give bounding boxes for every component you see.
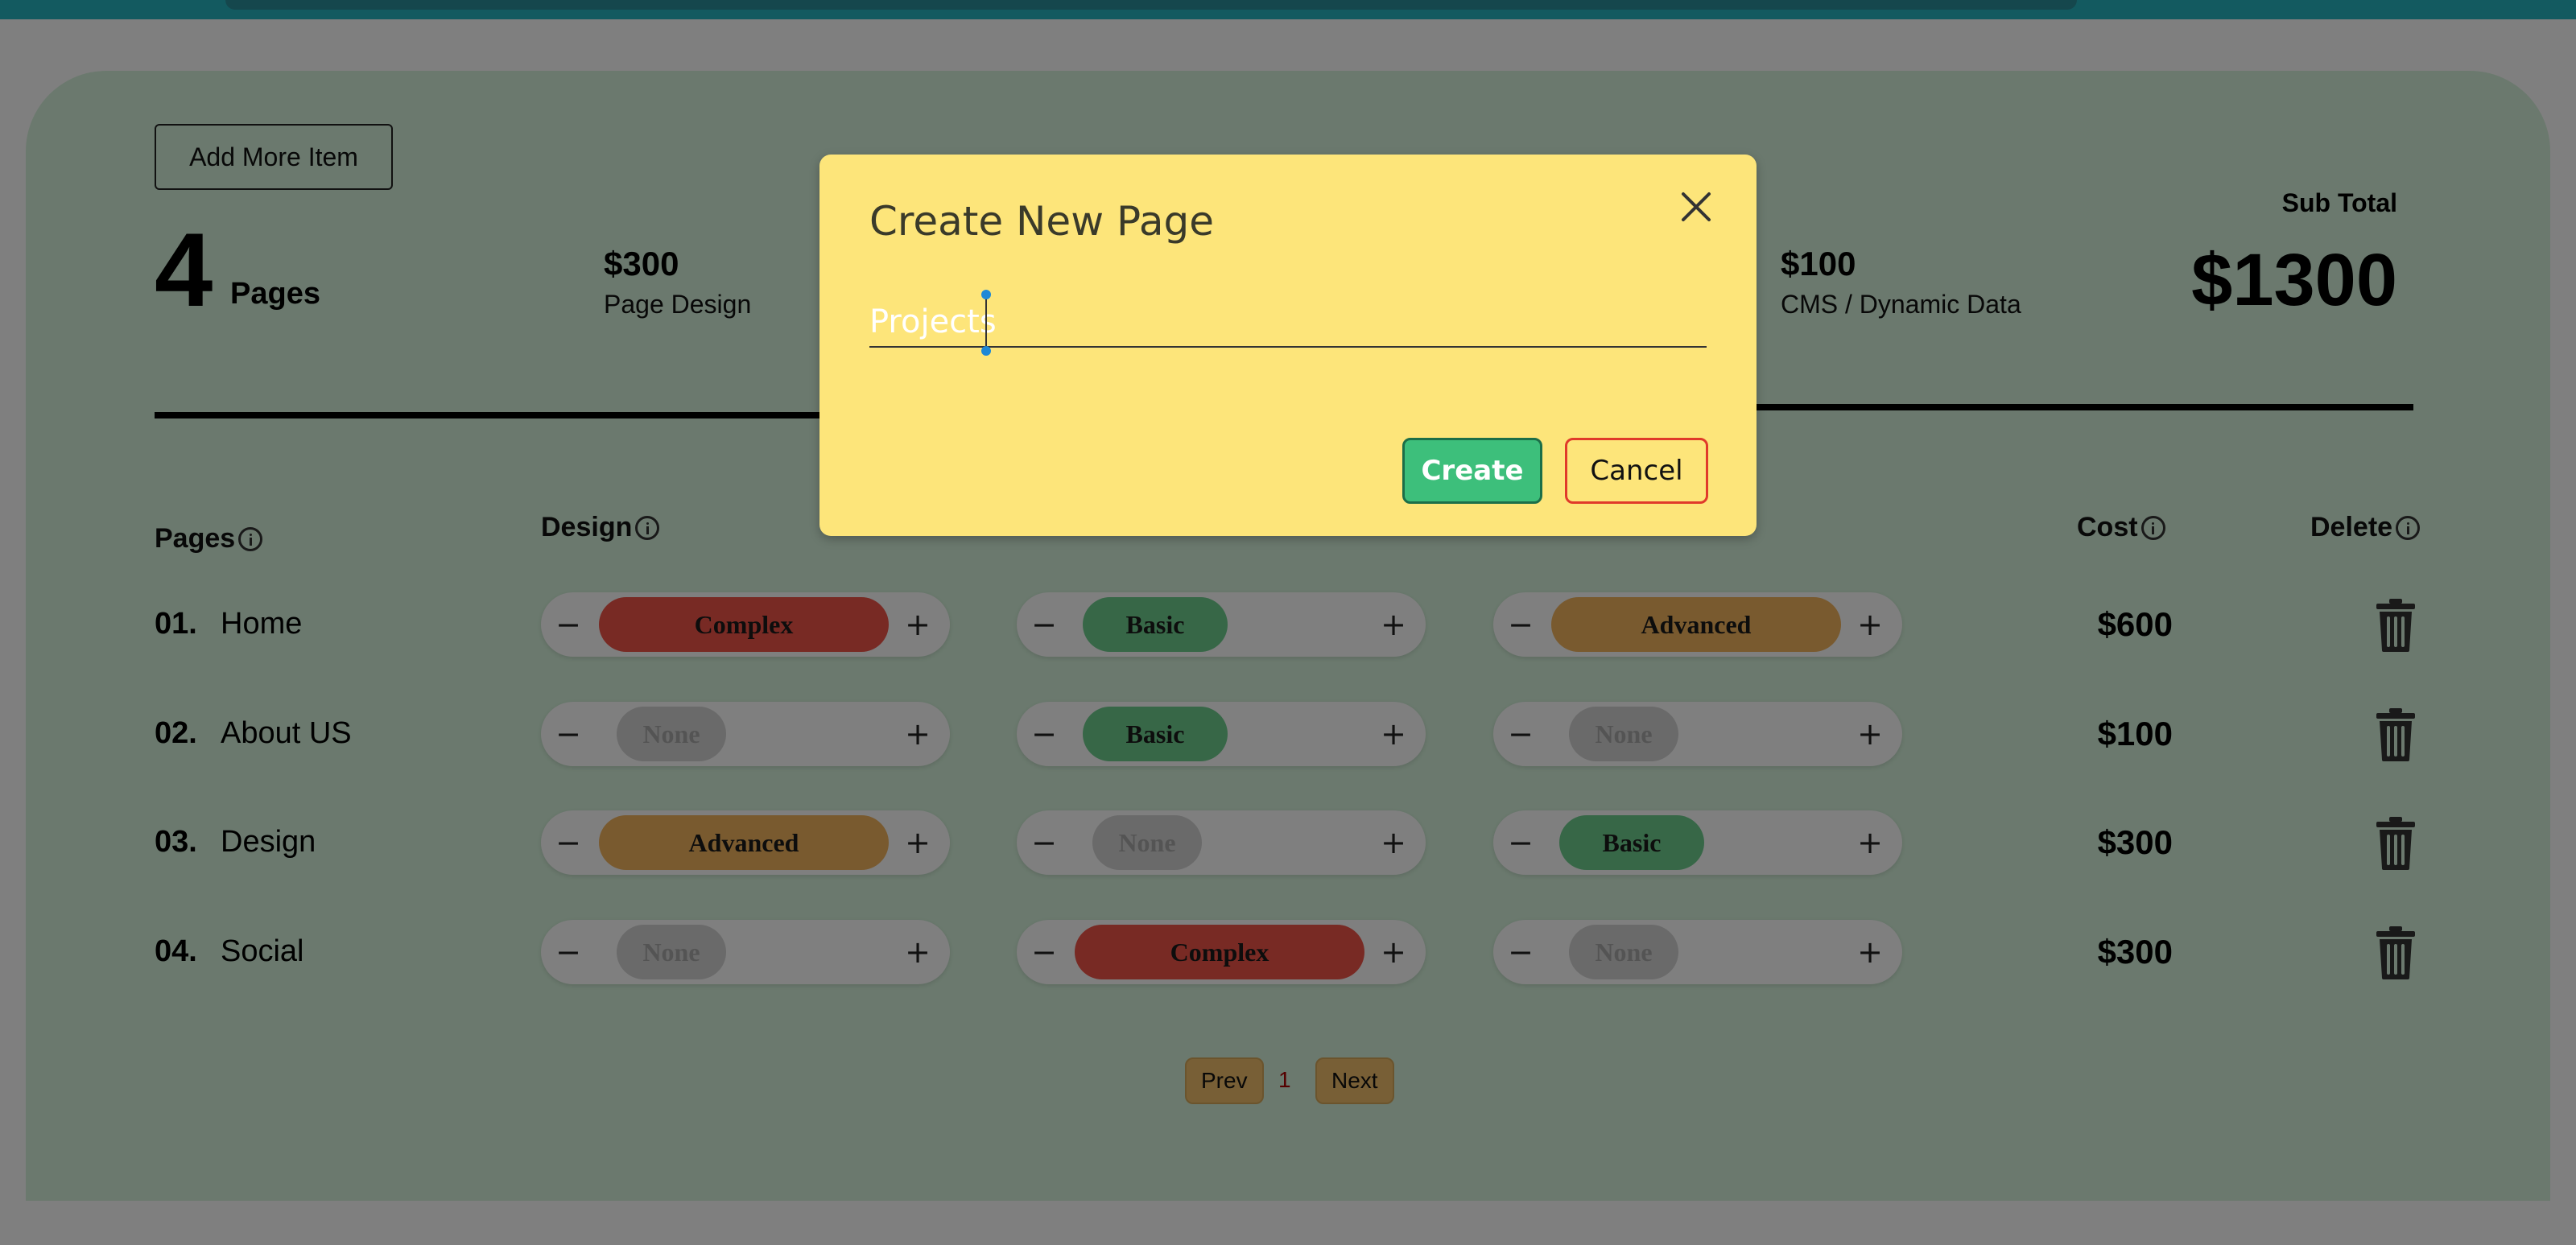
text-caret [985, 295, 987, 348]
selection-handle-bottom[interactable] [981, 346, 991, 356]
cancel-button[interactable]: Cancel [1565, 438, 1708, 504]
page-name-input[interactable] [869, 298, 1707, 348]
close-icon[interactable] [1676, 187, 1716, 227]
create-page-dialog: Create New Page Create Cancel [819, 155, 1757, 536]
create-button[interactable]: Create [1402, 438, 1542, 504]
dialog-title: Create New Page [869, 198, 1215, 245]
close-icon-glyph [1682, 192, 1711, 221]
selection-handle-top[interactable] [981, 290, 991, 299]
